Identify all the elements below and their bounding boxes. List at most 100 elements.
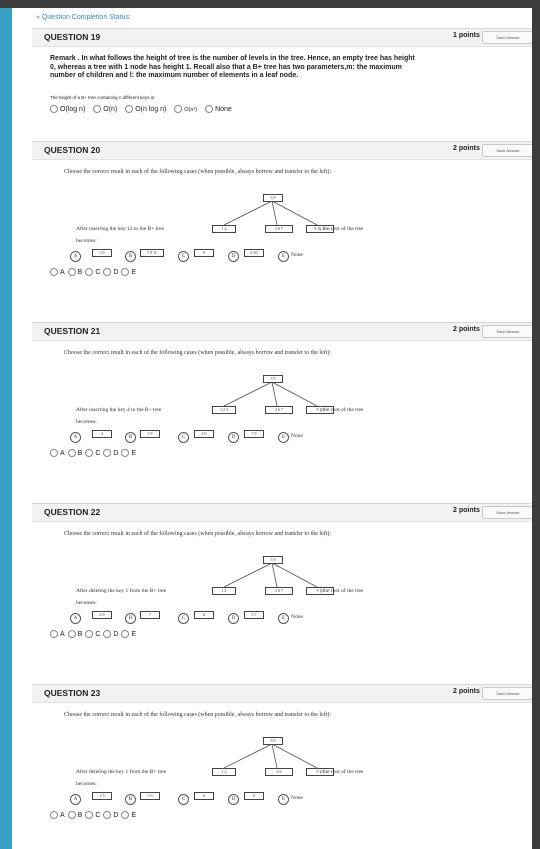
- question-21-header: QUESTION 21 2 points Save Answer: [32, 322, 532, 341]
- tree-leaf-node: 1 2: [212, 587, 236, 595]
- radio-option[interactable]: E: [121, 811, 136, 819]
- radio-button[interactable]: [121, 268, 130, 276]
- top-bar: [0, 0, 540, 8]
- answer-letter-c: C: [178, 794, 189, 805]
- answer-node-d: 5 7: [244, 611, 264, 619]
- radio-option[interactable]: C: [85, 811, 100, 819]
- save-answer-button[interactable]: Save Answer: [482, 31, 532, 44]
- radio-button[interactable]: [50, 630, 58, 638]
- answer-letter-d: D: [228, 613, 239, 624]
- radio-option[interactable]: C: [85, 268, 100, 276]
- q19-option[interactable]: O(n log n): [125, 105, 166, 113]
- q19-option[interactable]: O(log n): [50, 105, 85, 113]
- radio-button[interactable]: [121, 811, 130, 819]
- radio-option[interactable]: C: [85, 449, 100, 457]
- answer-node-c: 6: [194, 792, 214, 800]
- save-answer-button[interactable]: Save Answer: [482, 687, 532, 700]
- becomes-text: becomes:: [76, 419, 97, 425]
- radio-button[interactable]: [50, 811, 58, 819]
- answer-node-a: 6 9: [92, 611, 112, 619]
- radio-label: D: [113, 268, 119, 276]
- radio-button[interactable]: [85, 811, 94, 819]
- radio-button[interactable]: [174, 105, 183, 113]
- radio-button[interactable]: [50, 105, 58, 113]
- radio-option[interactable]: B: [67, 268, 82, 276]
- radio-button[interactable]: [85, 630, 94, 638]
- radio-button[interactable]: [67, 630, 76, 638]
- radio-option[interactable]: E: [121, 449, 136, 457]
- tree-leaf-node: 1 2 3: [212, 406, 236, 414]
- radio-button[interactable]: [121, 630, 130, 638]
- remark-text: Remark . In what follows the height of t…: [50, 55, 415, 80]
- answer-letter-d: D: [228, 432, 239, 443]
- question-22-header: QUESTION 22 2 points Save Answer: [32, 503, 532, 522]
- radio-button[interactable]: [67, 811, 76, 819]
- answer-letter-a: A: [70, 251, 81, 262]
- radio-button[interactable]: [205, 105, 214, 113]
- points-label: 2 points: [453, 688, 480, 695]
- radio-label: C: [95, 811, 101, 819]
- radio-button[interactable]: [50, 268, 58, 276]
- radio-button[interactable]: [103, 630, 112, 638]
- radio-option[interactable]: E: [121, 268, 136, 276]
- answer-radios: A B C D E: [50, 449, 139, 457]
- tree-root-node: 3 9: [263, 556, 283, 564]
- radio-option[interactable]: D: [103, 268, 118, 276]
- answer-node-a: 4: [92, 430, 112, 438]
- save-answer-button[interactable]: Save Answer: [482, 506, 532, 519]
- radio-button[interactable]: [50, 449, 58, 457]
- tree-edge: [271, 200, 318, 226]
- radio-option[interactable]: B: [67, 630, 82, 638]
- question-23-header: QUESTION 23 2 points Save Answer: [32, 684, 532, 703]
- tree-edge: [271, 200, 278, 226]
- radio-button[interactable]: [93, 105, 102, 113]
- answer-letter-c: C: [178, 251, 189, 262]
- radio-option[interactable]: D: [103, 811, 118, 819]
- radio-label: E: [131, 630, 137, 638]
- answer-node-c: 6: [194, 611, 214, 619]
- radio-button[interactable]: [103, 811, 112, 819]
- radio-label: A: [60, 268, 65, 276]
- becomes-text: becomes:: [76, 600, 97, 606]
- radio-option[interactable]: A: [50, 630, 65, 638]
- tree-root-node: 3 9: [263, 194, 283, 202]
- answer-letter-e: E: [278, 432, 289, 443]
- tree-edge: [271, 562, 278, 588]
- radio-button[interactable]: [103, 449, 112, 457]
- answer-letter-a: A: [70, 794, 81, 805]
- answer-radios: A B C D E: [50, 811, 139, 819]
- radio-option[interactable]: B: [67, 449, 82, 457]
- q19-option[interactable]: None: [205, 105, 232, 113]
- none-label: None: [291, 614, 303, 620]
- radio-option[interactable]: A: [50, 268, 65, 276]
- points-label: 2 points: [453, 326, 480, 333]
- radio-option[interactable]: A: [50, 811, 65, 819]
- radio-button[interactable]: [67, 268, 76, 276]
- tree-edge: [223, 743, 273, 769]
- question-instruction: Choose the correct result in each of the…: [64, 712, 332, 718]
- none-label: None: [291, 252, 303, 258]
- question-completion-status-link[interactable]: » Question Completion Status:: [36, 14, 131, 21]
- radio-option[interactable]: A: [50, 449, 65, 457]
- radio-button[interactable]: [85, 449, 94, 457]
- radio-label: A: [60, 630, 65, 638]
- radio-option[interactable]: D: [103, 449, 118, 457]
- save-answer-button[interactable]: Save Answer: [482, 144, 532, 157]
- save-answer-button[interactable]: Save Answer: [482, 325, 532, 338]
- tree-edge: [223, 562, 273, 588]
- none-label: None: [291, 795, 303, 801]
- radio-option[interactable]: E: [121, 630, 136, 638]
- radio-button[interactable]: [67, 449, 76, 457]
- radio-option[interactable]: D: [103, 630, 118, 638]
- radio-button[interactable]: [85, 268, 94, 276]
- q19-option[interactable]: O(n²): [174, 105, 197, 113]
- radio-option[interactable]: C: [85, 630, 100, 638]
- radio-button[interactable]: [125, 105, 134, 113]
- radio-button[interactable]: [121, 449, 130, 457]
- action-text: After deleting the key 1 from the B+ tre…: [76, 769, 167, 775]
- radio-option[interactable]: B: [67, 811, 82, 819]
- becomes-text: becomes:: [76, 238, 97, 244]
- question-title: QUESTION 23: [44, 688, 101, 698]
- radio-button[interactable]: [103, 268, 112, 276]
- q19-option[interactable]: O(n): [93, 105, 117, 113]
